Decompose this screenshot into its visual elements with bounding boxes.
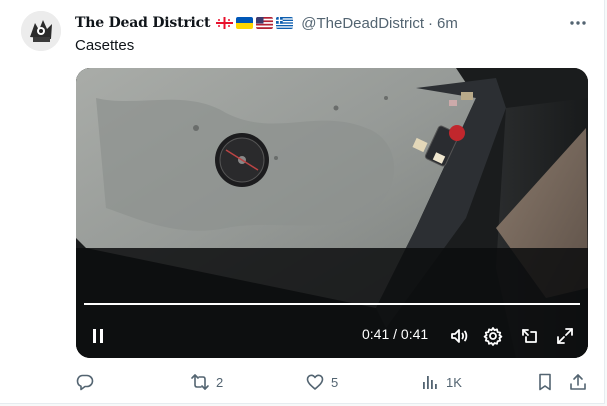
- video-frame: [76, 68, 588, 358]
- tweet-header: The Dead District @TheDeadDistrict · 6m: [75, 13, 458, 33]
- georgia-flag-icon: [216, 17, 234, 29]
- views-chart-icon: [420, 372, 440, 392]
- like-button[interactable]: 5: [305, 370, 338, 394]
- bookmark-button[interactable]: [535, 370, 555, 394]
- flags: [216, 17, 294, 29]
- views-count: 1K: [446, 374, 462, 390]
- tweet-card[interactable]: The Dead District @TheDeadDistrict · 6m …: [0, 0, 605, 404]
- usa-flag-icon: [256, 17, 274, 29]
- views-button[interactable]: 1K: [420, 370, 462, 394]
- bookmark-icon: [535, 372, 555, 392]
- repost-count: 2: [216, 374, 224, 390]
- ukraine-flag-icon: [236, 17, 254, 29]
- picture-in-picture-icon[interactable]: [519, 325, 541, 347]
- like-count: 5: [331, 374, 339, 390]
- avatar[interactable]: [21, 11, 61, 51]
- settings-gear-icon[interactable]: [482, 325, 504, 347]
- share-button[interactable]: [568, 370, 588, 394]
- repost-icon: [190, 372, 210, 392]
- share-icon: [568, 372, 588, 392]
- handle[interactable]: @TheDeadDistrict: [301, 15, 424, 32]
- avatar-image: [21, 11, 61, 51]
- pause-icon[interactable]: [86, 324, 110, 348]
- progress-bar[interactable]: [84, 303, 580, 305]
- action-bar: 2 5 1K: [0, 370, 605, 394]
- tweet-text: Casettes: [75, 37, 135, 54]
- separator-dot: ·: [428, 14, 434, 32]
- video-player[interactable]: 0:41 / 0:41: [76, 68, 588, 358]
- volume-icon[interactable]: [448, 325, 470, 347]
- timestamp[interactable]: 6m: [437, 15, 458, 32]
- heart-icon: [305, 372, 325, 392]
- greece-flag-icon: [276, 17, 294, 29]
- repost-button[interactable]: 2: [190, 370, 223, 394]
- display-name[interactable]: The Dead District: [75, 15, 210, 31]
- reply-icon: [75, 372, 95, 392]
- fullscreen-icon[interactable]: [554, 325, 576, 347]
- time-readout: 0:41 / 0:41: [362, 326, 429, 342]
- more-options-icon[interactable]: [565, 13, 591, 33]
- reply-button[interactable]: [75, 370, 101, 394]
- progress-fill: [84, 303, 580, 305]
